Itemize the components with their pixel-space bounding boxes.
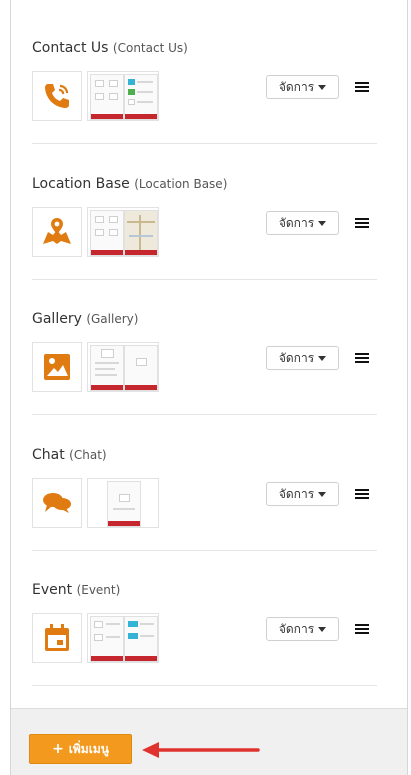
menu-item-name: Chat <box>32 447 65 463</box>
menu-item-event: Event (Event) จัดการ <box>32 582 377 712</box>
caret-down-icon <box>318 220 327 226</box>
drag-handle-button[interactable] <box>347 346 377 370</box>
menu-item-title: Chat (Chat) <box>32 447 107 463</box>
manage-dropdown-button[interactable]: จัดการ <box>266 75 339 99</box>
menu-item-title: Location Base (Location Base) <box>32 176 227 192</box>
plus-icon: + <box>52 741 64 757</box>
hamburger-icon <box>355 80 369 94</box>
manage-label: จัดการ <box>278 486 315 501</box>
calendar-icon <box>32 613 82 663</box>
menu-item-subtitle: (Chat) <box>69 448 107 462</box>
menu-item-subtitle: (Event) <box>76 583 121 597</box>
manage-dropdown-button[interactable]: จัดการ <box>266 346 339 370</box>
menu-item-title: Gallery (Gallery) <box>32 311 138 327</box>
menu-item-location-base: Location Base (Location Base) จัดการ <box>32 176 377 306</box>
menu-item-preview <box>87 207 159 257</box>
menu-item-title: Event (Event) <box>32 582 120 598</box>
add-menu-button[interactable]: + เพิ่มเมนู <box>29 734 132 764</box>
divider <box>32 550 377 551</box>
menu-item-chat: Chat (Chat) จัดการ <box>32 447 377 577</box>
divider <box>32 685 377 686</box>
manage-label: จัดการ <box>278 621 315 636</box>
menu-item-name: Event <box>32 582 73 598</box>
hamburger-icon <box>355 351 369 365</box>
phone-icon <box>32 71 82 121</box>
menu-item-preview <box>87 613 159 663</box>
menu-item-subtitle: (Contact Us) <box>112 41 188 55</box>
menu-item-preview <box>87 71 159 121</box>
menu-item-preview <box>87 342 159 392</box>
caret-down-icon <box>318 355 327 361</box>
manage-dropdown-button[interactable]: จัดการ <box>266 211 339 235</box>
caret-down-icon <box>318 84 327 90</box>
divider <box>32 414 377 415</box>
arrow-left-icon <box>142 742 260 758</box>
drag-handle-button[interactable] <box>347 75 377 99</box>
caret-down-icon <box>318 491 327 497</box>
image-icon <box>32 342 82 392</box>
menu-item-name: Gallery <box>32 311 82 327</box>
menu-item-name: Contact Us <box>32 40 109 56</box>
manage-label: จัดการ <box>278 79 315 94</box>
add-menu-label: เพิ่มเมนู <box>68 741 109 756</box>
hamburger-icon <box>355 487 369 501</box>
map-pin-icon <box>32 207 82 257</box>
manage-dropdown-button[interactable]: จัดการ <box>266 617 339 641</box>
hamburger-icon <box>355 622 369 636</box>
menu-item-title: Contact Us (Contact Us) <box>32 40 188 56</box>
menu-item-name: Location Base <box>32 176 130 192</box>
menu-item-contact-us: Contact Us (Contact Us) จัดการ <box>32 40 377 170</box>
menu-item-preview <box>87 478 159 528</box>
menu-item-subtitle: (Gallery) <box>86 312 139 326</box>
menu-item-subtitle: (Location Base) <box>134 177 228 191</box>
drag-handle-button[interactable] <box>347 482 377 506</box>
drag-handle-button[interactable] <box>347 617 377 641</box>
chat-bubbles-icon <box>32 478 82 528</box>
hamburger-icon <box>355 216 369 230</box>
manage-label: จัดการ <box>278 215 315 230</box>
drag-handle-button[interactable] <box>347 211 377 235</box>
divider <box>32 143 377 144</box>
menu-item-gallery: Gallery (Gallery) จัดการ <box>32 311 377 441</box>
manage-dropdown-button[interactable]: จัดการ <box>266 482 339 506</box>
caret-down-icon <box>318 626 327 632</box>
divider <box>32 279 377 280</box>
manage-label: จัดการ <box>278 350 315 365</box>
